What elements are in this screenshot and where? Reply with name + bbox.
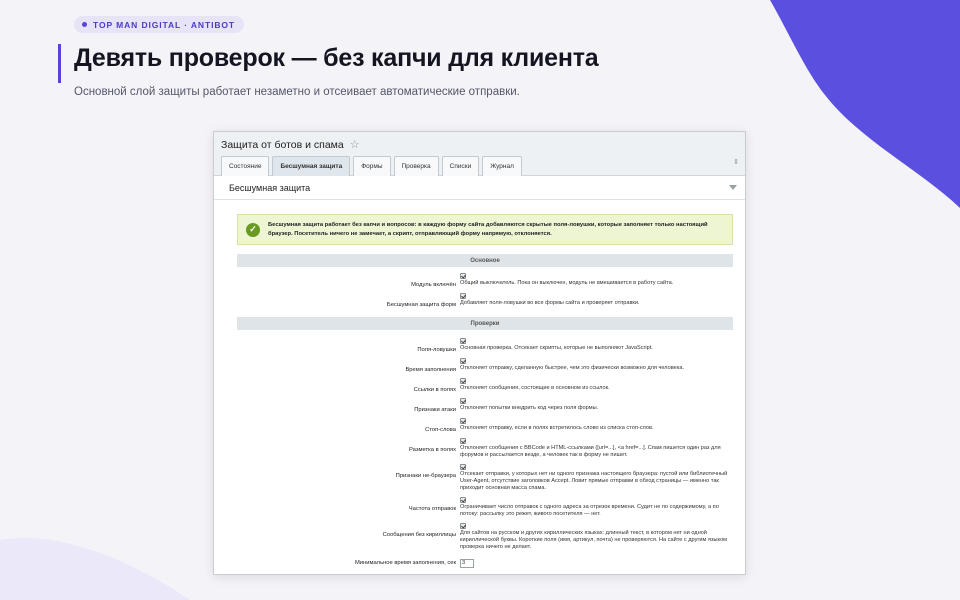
- brand-label: TOP MAN DIGITAL · ANTIBOT: [93, 19, 235, 30]
- chevron-down-icon[interactable]: [729, 185, 737, 190]
- min-time-value-cell: 3: [460, 556, 733, 568]
- group-header: Основное: [237, 254, 733, 267]
- setting-row: Частота отправок Ограничивает число отпра…: [237, 497, 733, 518]
- setting-row: Разметка в полях Отклоняет сообщения с BB…: [237, 438, 733, 459]
- setting-value: Отклоняет попытки внедрить код через пол…: [460, 398, 733, 413]
- window-title-row: Защита от ботов и спама ☆: [221, 138, 360, 152]
- setting-description: Отсекает отправки, у которых нет ни одно…: [460, 471, 728, 491]
- setting-checkbox[interactable]: [460, 338, 466, 344]
- setting-description: Общий выключатель. Пока он выключен, мод…: [460, 280, 674, 286]
- setting-row: Поля-ловушки Основная проверка. Отсекает …: [237, 338, 733, 353]
- setting-checkbox[interactable]: [460, 418, 466, 424]
- window-title: Защита от ботов и спама: [221, 138, 344, 151]
- min-time-input[interactable]: 3: [460, 559, 474, 568]
- setting-checkbox[interactable]: [460, 398, 466, 404]
- setting-label: Признаки атаки: [414, 407, 456, 413]
- setting-value: Общий выключатель. Пока он выключен, мод…: [460, 273, 733, 288]
- setting-label: Стоп-слова: [425, 427, 456, 433]
- setting-label: Бесшумная защита форм: [386, 302, 456, 308]
- title-accent-bar: [58, 44, 61, 83]
- setting-row: Признаки не-браузера Отсекает отправки, у…: [237, 464, 733, 492]
- decorative-shape-top-right: [770, 0, 960, 208]
- setting-description: Отклоняет попытки внедрить код через пол…: [460, 405, 599, 411]
- setting-checkbox[interactable]: [460, 293, 466, 299]
- setting-description: Ограничивает число отправок с одного адр…: [460, 504, 719, 517]
- setting-checkbox[interactable]: [460, 523, 466, 529]
- info-notice: ✓ Бесшумная защита работает без капчи и …: [237, 214, 733, 245]
- min-time-label: Минимальное время заполнения, сек: [354, 560, 456, 566]
- setting-row: Признаки атаки Отклоняет попытки внедрить…: [237, 398, 733, 413]
- tab-3[interactable]: Проверка: [393, 156, 439, 176]
- tab-1[interactable]: Бесшумная защита: [272, 156, 351, 176]
- setting-label: Признаки не-браузера: [395, 473, 456, 479]
- tab-bar: Состояние Бесшумная защита Формы Проверка Сп…: [221, 156, 522, 176]
- setting-label: Сообщения без кириллицы: [382, 532, 456, 538]
- settings-content: ✓ Бесшумная защита работает без капчи и …: [214, 200, 745, 568]
- setting-row: Ссылки в полях Отклоняет сообщения, состо…: [237, 378, 733, 393]
- tab-4[interactable]: Списки: [441, 156, 480, 176]
- setting-label: Разметка в полях: [408, 447, 456, 453]
- setting-value: Добавляет поля-ловушки во все формы сайт…: [460, 293, 733, 308]
- setting-description: Отклоняет отправку, если в полях встрети…: [460, 425, 654, 431]
- settings-window: Защита от ботов и спама ☆ Состояние Бесшу…: [213, 131, 746, 575]
- setting-checkbox[interactable]: [460, 464, 466, 470]
- setting-description: Отклоняет отправку, сделанную быстрее, ч…: [460, 365, 684, 371]
- setting-label: Модуль включён: [411, 282, 456, 288]
- tab-5[interactable]: Журнал: [482, 156, 522, 176]
- setting-value: Отклоняет сообщения, состоящие в основно…: [460, 378, 733, 393]
- setting-value: Отклоняет отправку, если в полях встрети…: [460, 418, 733, 433]
- section-title: Бесшумная защита: [229, 182, 311, 193]
- setting-description: Основная проверка. Отсекает скрипты, кот…: [460, 345, 653, 351]
- setting-label: Ссылки в полях: [413, 387, 456, 393]
- setting-label: Поля-ловушки: [417, 347, 456, 353]
- setting-description: Отклоняет сообщения, состоящие в основно…: [460, 385, 610, 391]
- setting-value: Для сайтов на русском и других кирилличе…: [460, 523, 733, 551]
- min-time-row: Минимальное время заполнения, сек 3: [237, 556, 733, 568]
- setting-row: Сообщения без кириллицы Для сайтов на рус…: [237, 523, 733, 551]
- setting-row: Бесшумная защита форм Добавляет поля-лову…: [237, 293, 733, 308]
- star-icon[interactable]: ☆: [350, 138, 360, 151]
- setting-checkbox[interactable]: [460, 378, 466, 384]
- setting-checkbox[interactable]: [460, 358, 466, 364]
- group-header: Проверки: [237, 317, 733, 330]
- setting-value: Отклоняет отправку, сделанную быстрее, ч…: [460, 358, 733, 373]
- setting-value: Отклоняет сообщения с BBCode и HTML-ссыл…: [460, 438, 733, 459]
- setting-value: Отсекает отправки, у которых нет ни одно…: [460, 464, 733, 492]
- setting-value: Ограничивает число отправок с одного адр…: [460, 497, 733, 518]
- setting-description: Добавляет поля-ловушки во все формы сайт…: [460, 300, 640, 306]
- page-subtitle: Основной слой защиты работает незаметно …: [74, 86, 520, 98]
- decorative-shape-bottom-left: [0, 538, 190, 600]
- brand-badge: TOP MAN DIGITAL · ANTIBOT: [74, 16, 244, 33]
- setting-description: Отклоняет сообщения с BBCode и HTML-ссыл…: [460, 445, 721, 458]
- notice-text: Бесшумная защита работает без капчи и во…: [268, 222, 708, 237]
- setting-checkbox[interactable]: [460, 497, 466, 503]
- check-circle-icon: ✓: [246, 222, 260, 237]
- pin-icon[interactable]: ⇕: [733, 158, 739, 166]
- tab-0[interactable]: Состояние: [221, 156, 270, 176]
- brand-dot: [82, 22, 87, 27]
- section-header[interactable]: Бесшумная защита: [214, 176, 745, 200]
- tab-2[interactable]: Формы: [353, 156, 391, 176]
- setting-value: Основная проверка. Отсекает скрипты, кот…: [460, 338, 733, 353]
- setting-row: Стоп-слова Отклоняет отправку, если в пол…: [237, 418, 733, 433]
- setting-label: Время заполнения: [405, 367, 456, 373]
- setting-checkbox[interactable]: [460, 273, 466, 279]
- window-header: Защита от ботов и спама ☆ Состояние Бесшу…: [214, 132, 745, 176]
- setting-description: Для сайтов на русском и других кирилличе…: [460, 530, 728, 550]
- page-title: Девять проверок — без капчи для клиента: [74, 44, 599, 72]
- setting-row: Время заполнения Отклоняет отправку, сдел…: [237, 358, 733, 373]
- setting-row: Модуль включён Общий выключатель. Пока он…: [237, 273, 733, 288]
- setting-checkbox[interactable]: [460, 438, 466, 444]
- setting-label: Частота отправок: [408, 506, 456, 512]
